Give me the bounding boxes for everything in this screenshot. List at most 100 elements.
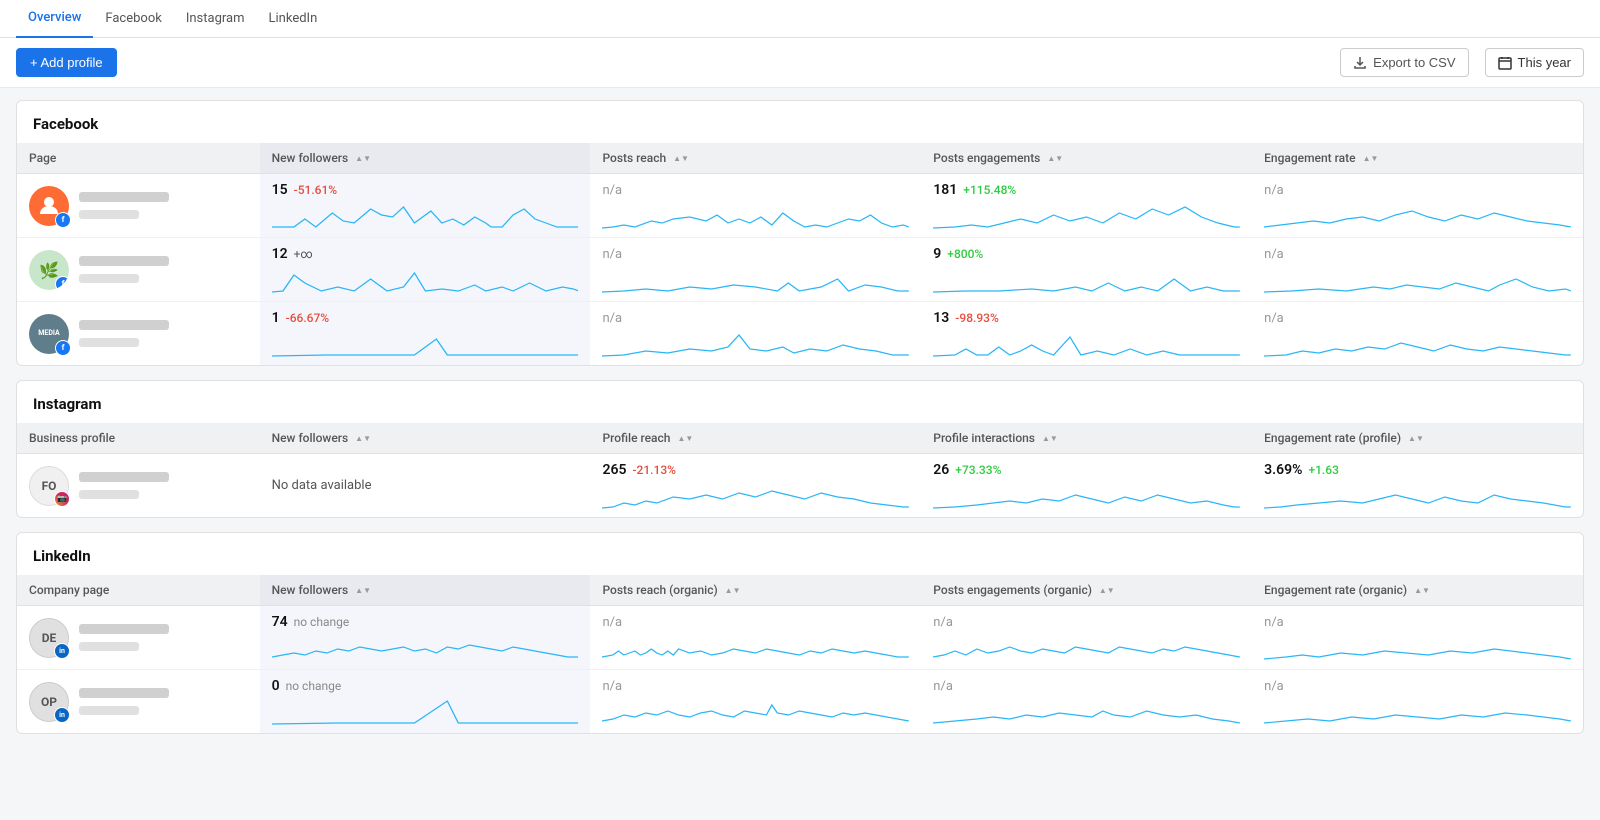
metric-value: 0 no change [272,678,579,694]
facebook-table: Page New followers ▲▼ Posts reach ▲▼ Pos… [17,143,1583,365]
sort-icon: ▲▼ [1408,435,1424,443]
metric-cell: n/a [602,183,909,229]
avatar: OP in [29,682,69,722]
sparkline [933,633,1240,661]
avatar: f [29,186,69,226]
ig-col-followers[interactable]: New followers ▲▼ [260,423,591,454]
metric-cell: 0 no change [272,678,579,725]
sort-icon: ▲▼ [1099,587,1115,595]
instagram-section-title: Instagram [17,381,1583,423]
fb-col-rate[interactable]: Engagement rate ▲▼ [1252,143,1583,174]
page-name [79,192,169,202]
export-csv-button[interactable]: Export to CSV [1340,48,1468,77]
nav-instagram[interactable]: Instagram [174,0,257,38]
page-name [79,472,169,482]
instagram-table: Business profile New followers ▲▼ Profil… [17,423,1583,517]
sort-icon: ▲▼ [725,587,741,595]
page-name [79,624,169,634]
page-cell: DE in [29,618,248,658]
li-badge: in [54,643,70,659]
sparkline [602,633,909,661]
metric-cell: No data available [272,478,579,493]
metric-cell: n/a [1264,247,1571,293]
page-name [79,320,169,330]
ig-col-engagements[interactable]: Profile interactions ▲▼ [921,423,1252,454]
li-col-page: Company page [17,575,260,606]
calendar-icon [1498,56,1512,70]
metric-cell: 1 -66.67% [272,310,579,357]
sparkline [272,633,579,661]
nav-overview[interactable]: Overview [16,0,93,38]
avatar: DE in [29,618,69,658]
sparkline [933,329,1240,357]
sparkline [602,201,909,229]
sparkline [272,329,579,357]
page-cell: 🌿 f [29,250,248,290]
metric-cell: n/a [1264,183,1571,229]
ig-col-reach[interactable]: Profile reach ▲▼ [590,423,921,454]
page-info [79,320,169,347]
li-col-rate[interactable]: Engagement rate (organic) ▲▼ [1252,575,1583,606]
li-col-engagements[interactable]: Posts engagements (organic) ▲▼ [921,575,1252,606]
add-profile-button[interactable]: + Add profile [16,48,117,77]
metric-value: 26 +73.33% [933,462,1240,478]
sparkline [272,265,579,293]
metric-cell: n/a [933,679,1240,725]
page-sub [79,706,139,715]
metric-cell: 12 +∞ [272,246,579,293]
metric-cell: 13 -98.93% [933,310,1240,357]
export-icon [1353,56,1367,70]
sparkline [602,697,909,725]
toolbar-right: Export to CSV This year [1340,48,1584,77]
instagram-section: Instagram Business profile New followers… [16,380,1584,518]
metric-value: 181 +115.48% [933,182,1240,198]
sparkline [1264,265,1571,293]
li-col-reach[interactable]: Posts reach (organic) ▲▼ [590,575,921,606]
fb-col-reach[interactable]: Posts reach ▲▼ [590,143,921,174]
sparkline [602,329,909,357]
metric-value: 3.69% +1.63 [1264,462,1571,478]
page-info [79,472,169,499]
metric-cell: 26 +73.33% [933,462,1240,509]
page-sub [79,490,139,499]
metric-cell: n/a [602,311,909,357]
ig-col-rate[interactable]: Engagement rate (profile) ▲▼ [1252,423,1583,454]
metric-value: 13 -98.93% [933,310,1240,326]
linkedin-table: Company page New followers ▲▼ Posts reac… [17,575,1583,733]
metric-value: 9 +800% [933,246,1240,262]
sparkline [602,481,909,509]
fb-col-followers[interactable]: New followers ▲▼ [260,143,591,174]
sort-icon: ▲▼ [1042,435,1058,443]
date-picker-button[interactable]: This year [1485,48,1584,77]
sparkline [1264,481,1571,509]
main-content: Facebook Page New followers ▲▼ Posts rea… [0,88,1600,760]
table-row: 🌿 f 12 +∞ [17,238,1583,302]
sparkline [272,201,579,229]
table-row: FO 📷 No data available [17,454,1583,518]
sparkline [272,697,579,725]
page-info [79,256,169,283]
metric-cell: 74 no change [272,614,579,661]
sparkline [1264,201,1571,229]
metric-cell: n/a [602,615,909,661]
nav-facebook[interactable]: Facebook [93,0,173,38]
facebook-section-title: Facebook [17,101,1583,143]
sparkline [602,265,909,293]
fb-col-engagements[interactable]: Posts engagements ▲▼ [921,143,1252,174]
avatar: FO 📷 [29,466,69,506]
nav-linkedin[interactable]: LinkedIn [257,0,330,38]
page-sub [79,210,139,219]
li-col-followers[interactable]: New followers ▲▼ [260,575,591,606]
ig-col-page: Business profile [17,423,260,454]
page-cell: f [29,186,248,226]
page-info [79,688,169,715]
page-cell: MEDIA f [29,314,248,354]
sparkline [1264,633,1571,661]
sparkline [1264,697,1571,725]
sparkline [933,481,1240,509]
sort-icon: ▲▼ [355,587,371,595]
sparkline [1264,329,1571,357]
ig-badge: 📷 [54,491,70,507]
page-info [79,624,169,651]
metric-cell: 3.69% +1.63 [1264,462,1571,509]
